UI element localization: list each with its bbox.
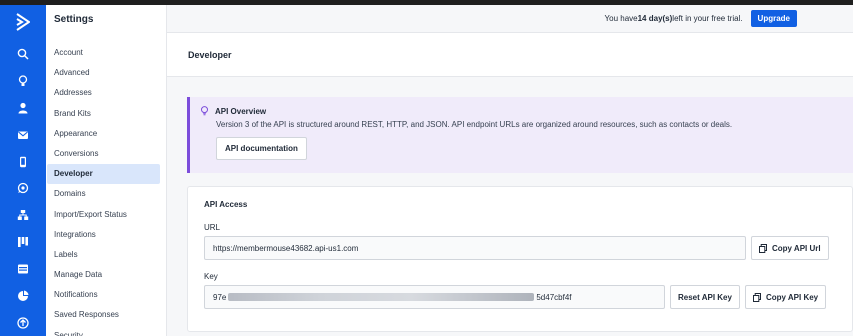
api-key-redacted [228,293,535,301]
key-label: Key [204,272,218,281]
menu-item-import-export-status[interactable]: Import/Export Status [46,205,166,225]
upgrade-button[interactable]: Upgrade [750,10,797,27]
api-documentation-button[interactable]: API documentation [216,137,307,160]
logo-icon[interactable] [0,7,46,37]
menu-item-notifications[interactable]: Notifications [46,285,166,305]
menu-item-security[interactable]: Security [46,326,166,336]
app: Settings Account Advanced Addresses Bran… [0,5,853,336]
settings-title: Settings [54,14,94,25]
automations-icon[interactable] [0,202,46,229]
api-key-prefix: 97e [213,292,227,302]
website-icon[interactable] [0,255,46,282]
api-overview-title: API Overview [215,106,267,116]
whatsapp-icon[interactable] [0,175,46,202]
menu-item-labels[interactable]: Labels [46,245,166,265]
api-overview-description: Version 3 of the API is structured aroun… [216,120,733,129]
menu-item-account[interactable]: Account [46,43,166,63]
api-overview-panel: API Overview Version 3 of the API is str… [187,97,853,173]
page-title: Developer [167,33,853,77]
api-key-suffix: 5d47cbf4f [536,292,572,302]
copy-icon [759,243,767,253]
trial-banner: You have 14 day(s) left in your free tri… [167,5,853,33]
menu-item-domains[interactable]: Domains [46,184,166,204]
trial-text-before: You have [604,14,638,23]
lightbulb-icon[interactable] [0,68,46,95]
trial-days: 14 day(s) [637,14,673,23]
menu-item-manage-data[interactable]: Manage Data [46,265,166,285]
copy-api-url-label: Copy API Url [772,243,821,253]
api-access-title: API Access [204,200,248,209]
contacts-icon[interactable] [0,94,46,121]
lightbulb-icon [201,106,208,116]
reset-api-key-label: Reset API Key [678,292,732,302]
menu-item-brand-kits[interactable]: Brand Kits [46,104,166,124]
icon-rail [0,5,46,336]
api-key-field[interactable]: 97e 5d47cbf4f [204,285,665,309]
api-url-value: https://membermouse43682.api-us1.com [213,243,359,253]
menu-item-appearance[interactable]: Appearance [46,124,166,144]
search-icon[interactable] [0,41,46,68]
menu-item-developer[interactable]: Developer [47,164,160,185]
menu-item-conversions[interactable]: Conversions [46,144,166,164]
apps-icon[interactable] [0,309,46,336]
reports-icon[interactable] [0,282,46,309]
phone-icon[interactable] [0,148,46,175]
deals-icon[interactable] [0,229,46,256]
email-icon[interactable] [0,121,46,148]
url-label: URL [204,223,221,232]
reset-api-key-button[interactable]: Reset API Key [670,285,740,309]
menu-item-integrations[interactable]: Integrations [46,225,166,245]
copy-api-key-button[interactable]: Copy API Key [744,285,827,309]
main-content: You have 14 day(s) left in your free tri… [167,5,853,336]
copy-icon [752,292,761,302]
trial-text-after: left in your free trial. [672,14,743,23]
menu-item-addresses[interactable]: Addresses [46,83,166,103]
copy-api-url-button[interactable]: Copy API Url [751,236,829,260]
settings-menu: Settings Account Advanced Addresses Bran… [46,5,167,336]
menu-item-saved-responses[interactable]: Saved Responses [46,305,166,325]
api-url-field[interactable]: https://membermouse43682.api-us1.com [204,236,746,260]
copy-api-key-label: Copy API Key [765,292,819,302]
menu-item-advanced[interactable]: Advanced [46,63,166,83]
api-access-panel: API Access URL https://membermouse43682.… [187,186,853,332]
